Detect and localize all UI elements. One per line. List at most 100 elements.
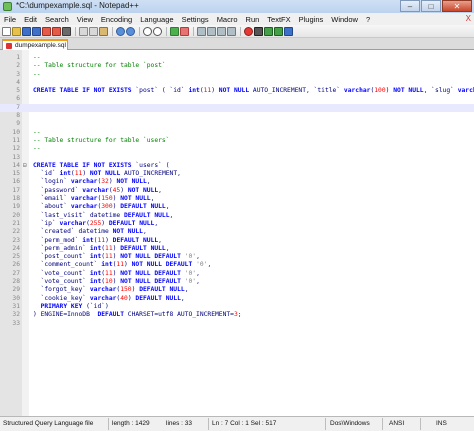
code-line[interactable]: 31 PRIMARY KEY (`id`) <box>0 303 474 311</box>
save-icon[interactable] <box>22 26 31 36</box>
menu-macro[interactable]: Macro <box>213 15 242 24</box>
menu-help[interactable]: ? <box>362 15 374 24</box>
code-line[interactable]: 26 `comment_count` int(11) NOT NULL DEFA… <box>0 261 474 269</box>
code-line[interactable]: 20 `last_visit` datetime DEFAULT NULL, <box>0 212 474 220</box>
find-icon[interactable] <box>143 26 152 36</box>
code-token: NOT NULL <box>112 228 143 236</box>
zoom-in-icon[interactable] <box>170 26 179 36</box>
new-file-icon[interactable] <box>2 26 11 36</box>
code-line[interactable]: 11 -- Table structure for table `users` <box>0 137 474 145</box>
code-line[interactable]: 22 `created` datetime NOT NULL, <box>0 228 474 236</box>
tab-label: dumpexample.sql <box>15 42 66 49</box>
redo-icon[interactable] <box>126 26 135 36</box>
code-line[interactable]: 17 `password` varchar(45) NOT NULL, <box>0 187 474 195</box>
maximize-button[interactable]: □ <box>421 0 441 12</box>
code-token: , <box>196 253 200 261</box>
menu-edit[interactable]: Edit <box>20 15 41 24</box>
undo-icon[interactable] <box>116 26 125 36</box>
play-macro-icon[interactable] <box>264 26 273 36</box>
menu-window[interactable]: Window <box>327 15 362 24</box>
code-token: `forgot_key` <box>33 286 90 294</box>
open-file-icon[interactable] <box>12 26 21 36</box>
menu-settings[interactable]: Settings <box>178 15 213 24</box>
code-token: CREATE TABLE IF NOT EXISTS <box>33 87 136 95</box>
status-separator <box>382 418 383 430</box>
code-line[interactable]: 3 -- <box>0 71 474 79</box>
menu-search[interactable]: Search <box>41 15 73 24</box>
code-line[interactable]: 19 `about` varchar(300) DEFAULT NULL, <box>0 203 474 211</box>
close-button[interactable]: ✕ <box>442 0 472 12</box>
code-line[interactable]: 23 `perm_mod` int(11) DEFAULT NULL, <box>0 237 474 245</box>
minimize-button[interactable]: – <box>400 0 420 12</box>
tab-bar: dumpexample.sql <box>0 38 474 50</box>
code-line[interactable]: 32) ENGINE=InnoDB DEFAULT CHARSET=utf8 A… <box>0 311 474 319</box>
code-line[interactable]: 29 `forgot_key` varchar(150) DEFAULT NUL… <box>0 286 474 294</box>
code-line[interactable]: 10 -- <box>0 129 474 137</box>
code-line[interactable]: 4 <box>0 79 474 87</box>
status-language: Structured Query Language file <box>3 420 94 427</box>
paste-icon[interactable] <box>99 26 108 36</box>
stop-macro-icon[interactable] <box>254 26 263 36</box>
code-text: ) ENGINE=InnoDB DEFAULT CHARSET=utf8 AUT… <box>33 311 242 319</box>
toolbar-separator <box>166 26 167 36</box>
code-line[interactable]: 12 -- <box>0 145 474 153</box>
save-all-icon[interactable] <box>32 26 41 36</box>
code-line[interactable]: 30 `cookie_key` varchar(40) DEFAULT NULL… <box>0 295 474 303</box>
menu-textfx[interactable]: TextFX <box>263 15 294 24</box>
toolbar-separator <box>112 26 113 36</box>
close-all-icon[interactable] <box>52 26 61 36</box>
code-line[interactable]: 6 <box>0 95 474 103</box>
code-editor[interactable]: 1 -- 2 -- Table structure for table `post` 3… <box>0 50 474 416</box>
code-line[interactable]: 7 <box>0 103 474 113</box>
word-wrap-icon[interactable] <box>207 26 216 36</box>
line-number: 33 <box>12 319 20 327</box>
code-line[interactable]: 8 <box>0 112 474 120</box>
menu-language[interactable]: Language <box>136 15 177 24</box>
notepadpp-icon <box>3 2 12 11</box>
line-number: 10 <box>12 128 20 136</box>
code-token: NOT NULL <box>218 87 250 95</box>
code-line[interactable]: 33 <box>0 320 474 328</box>
print-icon[interactable] <box>62 26 71 36</box>
code-token: , <box>165 203 170 211</box>
code-token: `created` datetime <box>33 228 113 236</box>
zoom-out-icon[interactable] <box>180 26 189 36</box>
close-file-icon[interactable] <box>42 26 51 36</box>
code-line[interactable]: 21 `ip` varchar(255) DEFAULT NULL, <box>0 220 474 228</box>
menu-file[interactable]: File <box>0 15 20 24</box>
code-line[interactable]: 13 <box>0 154 474 162</box>
title-bar[interactable]: *C:\dumpexample.sql - Notepad++ – □ ✕ <box>0 0 474 14</box>
status-separator <box>325 418 326 430</box>
fold-toggle-icon[interactable]: ⊟ <box>23 162 27 170</box>
code-line[interactable]: 24 `perm_admin` int(11) DEFAULT NULL, <box>0 245 474 253</box>
code-line[interactable]: 5 CREATE TABLE IF NOT EXISTS `post` ( `id… <box>0 87 474 95</box>
copy-icon[interactable] <box>89 26 98 36</box>
code-text: `password` varchar(45) NOT NULL, <box>33 187 162 195</box>
run-macro-multiple-icon[interactable] <box>274 26 283 36</box>
code-token: `comment_count` <box>33 261 102 269</box>
code-line[interactable]: 27 `vote_count` int(11) NOT NULL DEFAULT… <box>0 270 474 278</box>
menu-view[interactable]: View <box>73 15 97 24</box>
code-line[interactable]: 16 `login` varchar(32) NOT NULL, <box>0 178 474 186</box>
tab-dumpexample-sql[interactable]: dumpexample.sql <box>2 39 68 50</box>
code-token: `post_count` <box>33 253 90 261</box>
replace-icon[interactable] <box>153 26 162 36</box>
code-token: ) ENGINE=InnoDB <box>33 311 98 319</box>
close-document-icon[interactable]: X <box>466 14 471 23</box>
cut-icon[interactable] <box>79 26 88 36</box>
code-text: -- Table structure for table `users` <box>33 137 169 145</box>
menu-encoding[interactable]: Encoding <box>97 15 136 24</box>
sync-scroll-icon[interactable] <box>197 26 206 36</box>
code-line[interactable]: 2 -- Table structure for table `post` <box>0 62 474 70</box>
menu-run[interactable]: Run <box>242 15 264 24</box>
line-number: 14 <box>12 161 20 169</box>
code-line[interactable]: 14 ⊟ CREATE TABLE IF NOT EXISTS `users` ( <box>0 162 474 170</box>
menu-plugins[interactable]: Plugins <box>295 15 328 24</box>
indent-guide-icon[interactable] <box>227 26 236 36</box>
show-all-chars-icon[interactable] <box>217 26 226 36</box>
code-line[interactable]: 9 <box>0 120 474 128</box>
save-macro-icon[interactable] <box>284 26 293 36</box>
code-token: `perm_mod` <box>33 236 83 244</box>
code-token: NOT NULL <box>393 87 424 95</box>
record-macro-icon[interactable] <box>244 26 253 36</box>
